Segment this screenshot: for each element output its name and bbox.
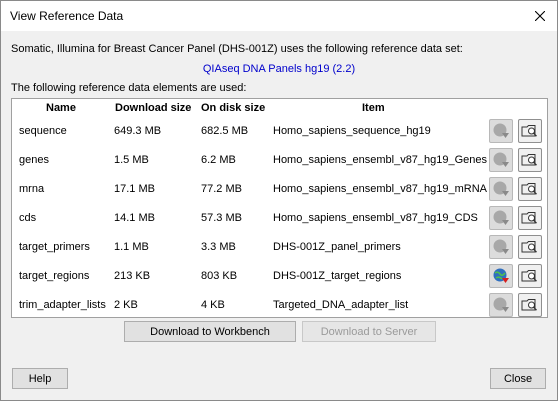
row-download-size: 17.1 MB (114, 183, 155, 195)
download-globe-icon (493, 268, 509, 283)
download-element-button[interactable] (489, 119, 513, 143)
row-item: Homo_sapiens_sequence_hg19 (273, 125, 431, 137)
column-header-on-disk-size: On disk size (201, 102, 266, 114)
download-element-button[interactable] (489, 206, 513, 230)
window-title: View Reference Data (10, 9, 124, 23)
download-to-workbench-button[interactable]: Download to Workbench (124, 321, 296, 342)
row-disk-size: 803 KB (201, 270, 238, 282)
row-item: Homo_sapiens_ensembl_v87_hg19_Genes (273, 154, 488, 166)
table-row: target_primers 1.1 MB 3.3 MB DHS-001Z_panel… (12, 233, 547, 262)
table-row: target_regions 213 KB 803 KB DHS-001Z_targe… (12, 262, 547, 291)
find-in-folder-button[interactable] (518, 206, 542, 230)
row-download-size: 1.5 MB (114, 154, 149, 166)
row-disk-size: 682.5 MB (201, 125, 249, 137)
row-item: DHS-001Z_panel_primers (273, 241, 401, 253)
row-name: cds (19, 212, 37, 224)
row-download-size: 1.1 MB (114, 241, 149, 253)
row-name: mrna (19, 183, 45, 195)
download-element-button[interactable] (489, 293, 513, 317)
download-globe-icon (493, 297, 509, 312)
table-row: sequence 649.3 MB 682.5 MB Homo_sapiens_seq… (12, 117, 547, 146)
row-item: DHS-001Z_target_regions (273, 270, 402, 282)
row-name: trim_adapter_lists (19, 299, 106, 311)
download-globe-icon (493, 152, 509, 167)
row-item: Homo_sapiens_ensembl_v87_hg19_mRNA (273, 183, 488, 195)
find-in-folder-button[interactable] (518, 293, 542, 317)
title-bar: View Reference Data (1, 1, 557, 31)
row-name: target_primers (19, 241, 90, 253)
reference-elements-table: Name Download size On disk size Item seq… (11, 98, 548, 318)
table-row: trim_adapter_lists 2 KB 4 KB Targeted_DNA_a… (12, 291, 547, 320)
row-download-size: 213 KB (114, 270, 151, 282)
row-item: Homo_sapiens_ensembl_v87_hg19_CDS (273, 212, 478, 224)
folder-search-icon (521, 154, 538, 166)
folder-search-icon (521, 270, 538, 282)
folder-search-icon (521, 299, 538, 311)
column-header-download-size: Download size (115, 102, 192, 114)
download-element-button[interactable] (489, 264, 513, 288)
folder-search-icon (521, 212, 538, 224)
row-disk-size: 77.2 MB (201, 183, 242, 195)
download-globe-icon (493, 123, 509, 138)
help-button[interactable]: Help (12, 368, 68, 389)
row-disk-size: 3.3 MB (201, 241, 236, 253)
row-disk-size: 6.2 MB (201, 154, 236, 166)
download-globe-icon (493, 181, 509, 196)
download-element-button[interactable] (489, 235, 513, 259)
find-in-folder-button[interactable] (518, 177, 542, 201)
download-globe-icon (493, 210, 509, 225)
row-download-size: 14.1 MB (114, 212, 155, 224)
find-in-folder-button[interactable] (518, 119, 542, 143)
row-download-size: 649.3 MB (114, 125, 162, 137)
table-row: cds 14.1 MB 57.3 MB Homo_sapiens_ensembl_v8… (12, 204, 547, 233)
download-element-button[interactable] (489, 148, 513, 172)
row-name: sequence (19, 125, 67, 137)
find-in-folder-button[interactable] (518, 264, 542, 288)
reference-set-link[interactable]: QIAseq DNA Panels hg19 (2.2) (1, 63, 557, 75)
find-in-folder-button[interactable] (518, 235, 542, 259)
download-globe-icon (493, 239, 509, 254)
download-to-server-button[interactable]: Download to Server (302, 321, 436, 342)
folder-search-icon (521, 183, 538, 195)
column-header-item: Item (362, 102, 385, 114)
row-item: Targeted_DNA_adapter_list (273, 299, 409, 311)
table-row: genes 1.5 MB 6.2 MB Homo_sapiens_ensembl_v8… (12, 146, 547, 175)
dialog-window: View Reference Data Somatic, Illumina fo… (0, 0, 558, 401)
row-name: target_regions (19, 270, 90, 282)
row-disk-size: 4 KB (201, 299, 225, 311)
row-download-size: 2 KB (114, 299, 138, 311)
close-button[interactable]: Close (490, 368, 546, 389)
row-disk-size: 57.3 MB (201, 212, 242, 224)
window-close-button[interactable] (523, 1, 557, 31)
folder-search-icon (521, 241, 538, 253)
row-name: genes (19, 154, 49, 166)
find-in-folder-button[interactable] (518, 148, 542, 172)
table-row: mrna 17.1 MB 77.2 MB Homo_sapiens_ensembl_v… (12, 175, 547, 204)
elements-label: The following reference data elements ar… (11, 82, 247, 94)
column-header-name: Name (46, 102, 76, 114)
download-element-button[interactable] (489, 177, 513, 201)
close-icon (535, 11, 545, 21)
folder-search-icon (521, 125, 538, 137)
description-text: Somatic, Illumina for Breast Cancer Pane… (11, 43, 463, 55)
